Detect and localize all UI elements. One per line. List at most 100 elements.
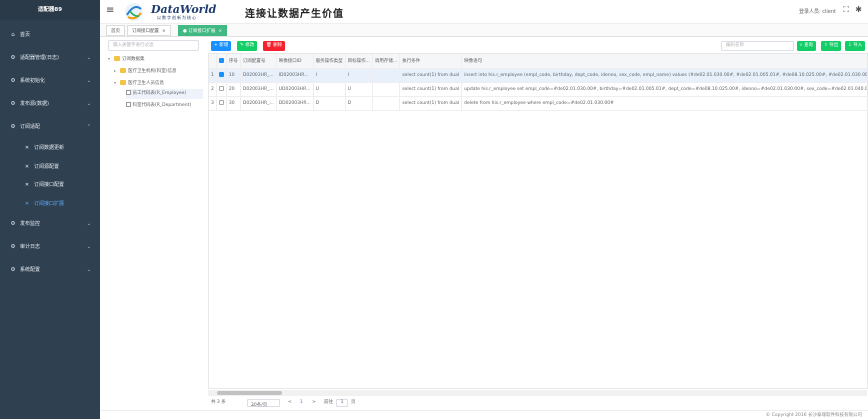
folder-icon bbox=[114, 56, 120, 61]
edit-button[interactable]: ✎ 修改 bbox=[237, 41, 258, 51]
sidebar-item-subscription-interface-extension[interactable]: ✕ 订阅接口扩展 bbox=[0, 195, 100, 214]
checkbox-icon[interactable] bbox=[218, 72, 224, 77]
cell-target-op: D bbox=[345, 96, 373, 111]
chevron-down-icon: ⌄ bbox=[86, 78, 91, 84]
add-button[interactable]: + 新增 bbox=[211, 41, 232, 51]
home-icon: ⌂ bbox=[11, 32, 15, 38]
cell-config-no: D02003HR_... bbox=[240, 68, 277, 83]
sidebar-item-label: 订阅数据更新 bbox=[34, 145, 65, 151]
sidebar-item-audit-log[interactable]: ⚙ 审计日志 ⌄ bbox=[0, 236, 100, 259]
header-proc[interactable]: 调用存储... bbox=[372, 54, 401, 69]
tab-subscription-interface-extension[interactable]: ● 订阅接口扩展 × bbox=[178, 25, 228, 36]
sidebar-item-system-config[interactable]: ⚙ 系统配置 ⌄ bbox=[0, 259, 100, 282]
cell-sql: delete from his.r_employee where empl_co… bbox=[461, 96, 867, 111]
plus-icon: + bbox=[214, 43, 218, 48]
tab-home[interactable]: 首页 bbox=[106, 25, 125, 36]
header-sql[interactable]: 映像语句 bbox=[461, 54, 867, 69]
next-page-button[interactable]: > bbox=[312, 399, 316, 407]
gear-icon: ⚙ bbox=[10, 221, 16, 227]
cell-condition: select count(1) from dual bbox=[399, 82, 463, 97]
tree-node-institution[interactable]: ▸ 医疗卫生机构(科室)信息 bbox=[114, 66, 177, 76]
cell-target-op: I bbox=[345, 68, 373, 83]
horizontal-scrollbar[interactable] bbox=[208, 390, 867, 396]
dot-icon: ● bbox=[183, 29, 187, 34]
tree-node-subscription-dataset[interactable]: ▾ 订阅数据集 bbox=[108, 54, 145, 64]
tool-icon: ✕ bbox=[24, 182, 30, 188]
sidebar-item-label: 系统初始化 bbox=[20, 78, 46, 84]
cell-seq: 30 bbox=[226, 96, 241, 111]
header-service-op[interactable]: 服务操作类型 bbox=[313, 54, 346, 69]
file-icon bbox=[126, 89, 131, 96]
row-checkbox[interactable] bbox=[216, 68, 227, 83]
gear-icon[interactable]: ✱ bbox=[855, 5, 862, 14]
cell-interface-id: UD02003HR... bbox=[276, 82, 314, 97]
delete-button[interactable]: 🗑 删除 bbox=[263, 41, 286, 51]
sidebar-item-subscription-source-config[interactable]: ✕ 订阅源配置 bbox=[0, 158, 100, 177]
sidebar-item-label: 适配器管理(日志) bbox=[20, 55, 59, 61]
table-row[interactable]: 1 10 D02003HR_... ID02003HR... I I selec… bbox=[209, 68, 867, 83]
table-row[interactable]: 3 30 D02003HR_... DD02003HR... D D selec… bbox=[209, 96, 867, 111]
grid-header-row: 序号 订阅配置号 映像接口ID 服务操作类型 目标操作... 调用存储... 执… bbox=[209, 54, 867, 69]
goto-page-input[interactable]: 1 bbox=[336, 399, 348, 407]
cell-service-op: D bbox=[313, 96, 346, 111]
cell-seq: 20 bbox=[226, 82, 241, 97]
header-condition[interactable]: 执行条件 bbox=[399, 54, 463, 69]
current-page-number[interactable]: 1 bbox=[300, 399, 303, 407]
sidebar-item-label: 订阅适配 bbox=[20, 124, 41, 130]
import-button[interactable]: ⇩ 导入 bbox=[845, 41, 866, 51]
cell-interface-id: ID02003HR... bbox=[276, 68, 314, 83]
checkbox-icon[interactable] bbox=[218, 57, 224, 63]
sidebar-item-subscription-interface-config[interactable]: ✕ 订阅接口配置 bbox=[0, 176, 100, 195]
page-size-select[interactable]: 20条/页 ⌄ bbox=[247, 399, 280, 408]
page-suffix: 页 bbox=[351, 400, 356, 405]
tree-node-employee[interactable]: 员工代码表(R_Employee) bbox=[126, 89, 203, 99]
row-index: 3 bbox=[209, 96, 217, 111]
pagination: 共 3 条 20条/页 ⌄ < 1 > 前往 1 页 bbox=[208, 397, 868, 409]
close-icon[interactable]: × bbox=[162, 29, 166, 34]
sidebar-item-publish-monitor[interactable]: ⚙ 发布监控 ⌄ bbox=[0, 213, 100, 236]
table-row[interactable]: 2 20 D02003HR_... UD02003HR... U U selec… bbox=[209, 82, 867, 97]
sidebar-item-system-init[interactable]: ⚙ 系统初始化 ⌄ bbox=[0, 70, 100, 93]
header-target-op[interactable]: 目标操作... bbox=[345, 54, 373, 69]
prev-page-button[interactable]: < bbox=[288, 399, 292, 407]
cell-sql: update his.r_employee set empl_code=#de0… bbox=[461, 82, 867, 97]
header-select-all[interactable] bbox=[216, 54, 227, 69]
header-seq[interactable]: 序号 bbox=[226, 54, 241, 69]
export-button[interactable]: ⇧ 导出 bbox=[821, 41, 842, 51]
file-icon bbox=[126, 101, 131, 108]
sidebar-item-subscription-adapt[interactable]: ⚙ 订阅适配 ⌃ bbox=[0, 116, 100, 139]
sidebar-item-publish-source[interactable]: ⚙ 发布源(数据) ⌄ bbox=[0, 93, 100, 116]
footer-copyright: © Copyright 2016 长沙泰瑞软件科技有限公司 bbox=[100, 410, 868, 419]
row-checkbox[interactable] bbox=[216, 96, 227, 111]
cell-seq: 10 bbox=[226, 68, 241, 83]
search-icon: ⌕ bbox=[800, 43, 803, 48]
goto-label: 前往 bbox=[324, 400, 333, 405]
gear-icon: ⚙ bbox=[10, 55, 16, 61]
cell-sql: insert into his.r_employee (empl_code, b… bbox=[461, 68, 867, 83]
tree-node-department[interactable]: 科室代码表(R_Department) bbox=[126, 101, 191, 111]
expand-icon[interactable]: ⛶ bbox=[843, 5, 849, 15]
sidebar-item-adapter-management[interactable]: ⚙ 适配器管理(日志) ⌄ bbox=[0, 47, 100, 70]
sidebar-item-home[interactable]: ⌂ 首页 bbox=[0, 24, 100, 47]
scrollbar-thumb[interactable] bbox=[217, 391, 282, 395]
checkbox-icon[interactable] bbox=[218, 100, 224, 105]
tree-node-personnel[interactable]: ▾ 医疗卫生人员信息 bbox=[114, 78, 164, 88]
header-interface-id[interactable]: 映像接口ID bbox=[276, 54, 314, 69]
edit-icon: ✎ bbox=[240, 43, 244, 48]
checkbox-icon[interactable] bbox=[218, 86, 224, 91]
query-button[interactable]: ⌕ 查询 bbox=[797, 41, 816, 51]
chevron-down-icon: ⌄ bbox=[251, 403, 255, 408]
main-panel: + 新增 ✎ 修改 🗑 删除 编码名称 ⌕ 查询 ⇧ 导出 ⇩ 导入 序号 订阅… bbox=[208, 37, 868, 419]
tree-filter-input[interactable]: 输入关键字进行过滤 bbox=[108, 40, 199, 51]
grid-search-input[interactable]: 编码名称 bbox=[721, 41, 794, 51]
hamburger-icon[interactable]: ≡ bbox=[106, 5, 114, 16]
sidebar-item-label: 订阅接口扩展 bbox=[34, 200, 65, 207]
header-config-no[interactable]: 订阅配置号 bbox=[240, 54, 277, 69]
tab-subscription-interface-config[interactable]: 订阅接口配置 × bbox=[127, 25, 171, 36]
close-icon[interactable]: × bbox=[218, 29, 222, 34]
gear-icon: ⚙ bbox=[10, 244, 16, 250]
total-count: 共 3 条 bbox=[211, 400, 226, 405]
cell-condition: select count(1) from dual bbox=[399, 68, 463, 83]
row-checkbox[interactable] bbox=[216, 82, 227, 97]
sidebar-item-subscription-data-update[interactable]: ✕ 订阅数据更新 bbox=[0, 139, 100, 158]
